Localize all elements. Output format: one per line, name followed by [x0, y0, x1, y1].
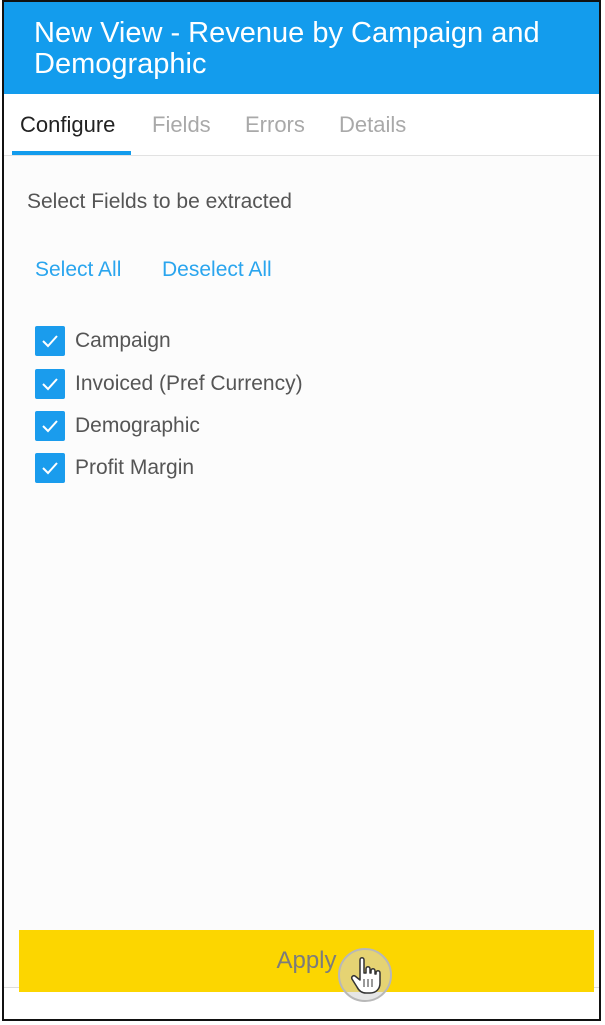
field-label: Profit Margin [75, 456, 195, 479]
section-title: Select Fields to be extracted [27, 190, 292, 213]
tab-details[interactable]: Details [339, 112, 406, 138]
hand-pointer-icon [338, 948, 392, 1002]
active-tab-indicator [12, 151, 131, 155]
field-label: Campaign [75, 329, 171, 352]
deselect-all-link[interactable]: Deselect All [162, 258, 272, 282]
panel-header: New View - Revenue by Campaign and Demog… [4, 2, 599, 94]
checkmark-icon [42, 378, 58, 391]
apply-button[interactable]: Apply [19, 930, 594, 992]
select-all-link[interactable]: Select All [35, 258, 121, 282]
field-option-demographic[interactable]: Demographic [35, 410, 200, 442]
bottom-strip [4, 987, 599, 1019]
checkbox[interactable] [35, 453, 65, 483]
checkmark-icon [42, 420, 58, 433]
field-option-profit-margin[interactable]: Profit Margin [35, 452, 194, 484]
tab-fields[interactable]: Fields [152, 112, 211, 138]
checkmark-icon [42, 335, 58, 348]
app-panel: New View - Revenue by Campaign and Demog… [2, 0, 601, 1021]
checkbox[interactable] [35, 411, 65, 441]
page-title: New View - Revenue by Campaign and Demog… [34, 17, 540, 80]
field-option-campaign[interactable]: Campaign [35, 325, 171, 357]
tab-bar: Configure Fields Errors Details [4, 94, 599, 156]
checkmark-icon [42, 462, 58, 475]
apply-button-label: Apply [276, 947, 337, 974]
field-label: Demographic [75, 414, 200, 437]
checkbox[interactable] [35, 326, 65, 356]
tab-configure[interactable]: Configure [20, 112, 115, 138]
field-label: Invoiced (Pref Currency) [75, 372, 303, 395]
field-option-invoiced[interactable]: Invoiced (Pref Currency) [35, 368, 303, 400]
tab-errors[interactable]: Errors [245, 112, 305, 138]
checkbox[interactable] [35, 369, 65, 399]
